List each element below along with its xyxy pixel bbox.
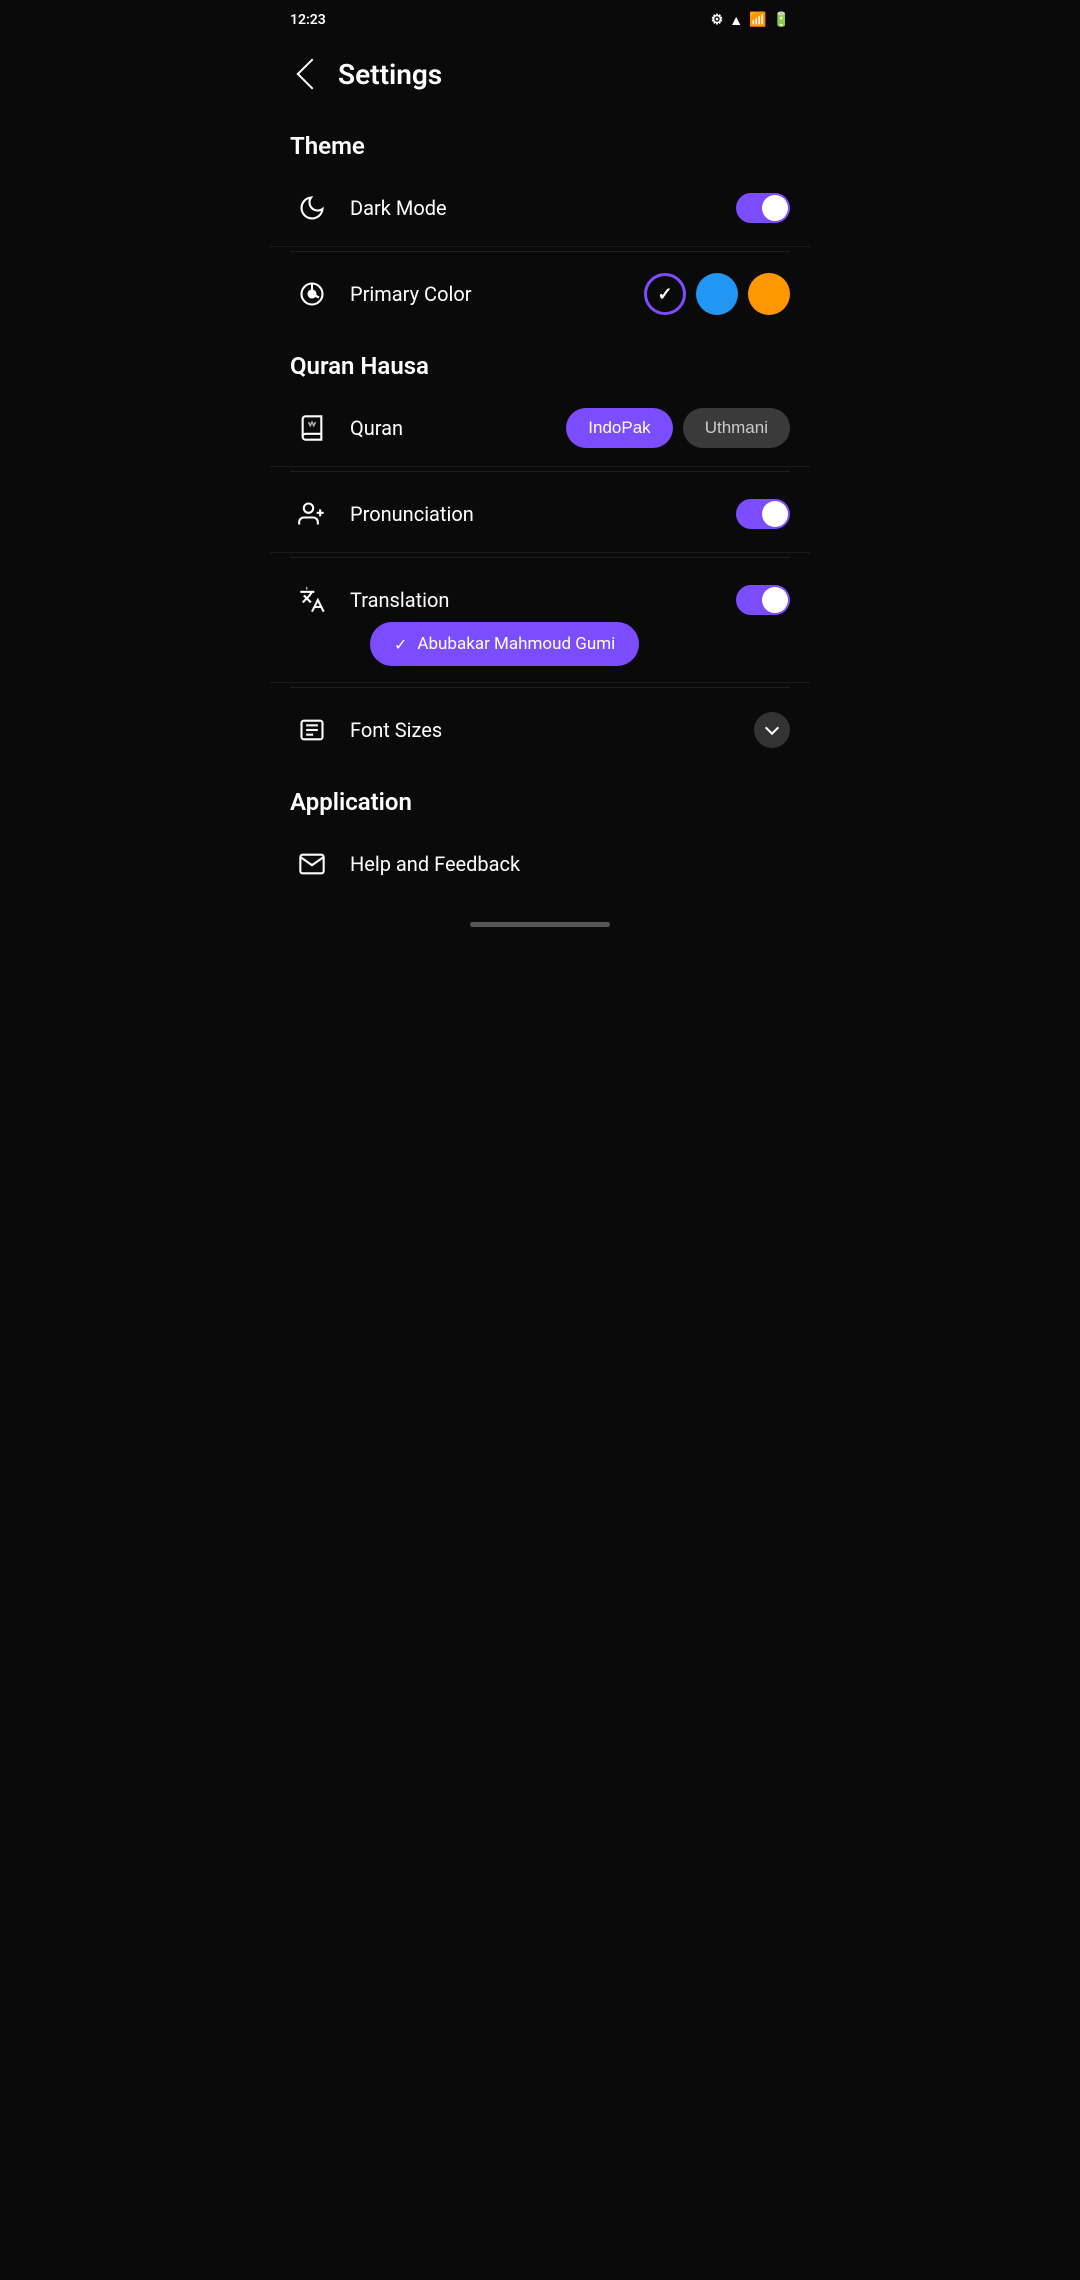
color-orange[interactable]: [748, 273, 790, 315]
quran-options: IndoPak Uthmani: [566, 408, 790, 448]
status-bar: 12:23 ⚙ ▲ 📶 🔋: [270, 0, 810, 40]
primary-color-icon: [290, 272, 334, 316]
font-sizes-icon: [290, 708, 334, 752]
translation-top-row: Translation: [290, 578, 790, 622]
quran-icon: [290, 406, 334, 450]
translation-item[interactable]: Translation ✓ Abubakar Mahmoud Gumi: [270, 562, 810, 683]
quran-label: Quran: [350, 416, 566, 440]
application-settings-list: Help and Feedback: [270, 826, 810, 902]
color-selected-purple[interactable]: ✓: [644, 273, 686, 315]
signal-icon: ▲: [729, 12, 743, 29]
dark-mode-toggle[interactable]: [736, 193, 790, 223]
quran-hausa-settings-list: Quran IndoPak Uthmani Pronunciation: [270, 390, 810, 768]
theme-settings-list: Dark Mode Primary Color ✓: [270, 170, 810, 332]
quran-btn-indopak[interactable]: IndoPak: [566, 408, 672, 448]
quran-item[interactable]: Quran IndoPak Uthmani: [270, 390, 810, 467]
back-arrow-icon: [296, 58, 327, 89]
dark-mode-item[interactable]: Dark Mode: [270, 170, 810, 247]
pronunciation-icon: [290, 492, 334, 536]
battery-icon: 🔋: [773, 12, 790, 28]
pronunciation-label: Pronunciation: [350, 502, 736, 526]
translation-label: Translation: [350, 588, 736, 612]
status-icons: ⚙ ▲ 📶 🔋: [711, 12, 790, 29]
pronunciation-toggle-knob: [762, 501, 788, 527]
page-title: Settings: [338, 58, 442, 91]
translation-icon: [290, 578, 334, 622]
translation-chip[interactable]: ✓ Abubakar Mahmoud Gumi: [370, 622, 639, 666]
back-button[interactable]: [286, 52, 330, 96]
dark-mode-label: Dark Mode: [350, 196, 736, 220]
divider-2: [290, 471, 790, 472]
pronunciation-toggle[interactable]: [736, 499, 790, 529]
translation-chip-check-icon: ✓: [394, 635, 407, 654]
primary-color-item[interactable]: Primary Color ✓: [270, 256, 810, 332]
status-time: 12:23: [290, 12, 326, 28]
settings-status-icon: ⚙: [711, 12, 724, 28]
help-feedback-icon: [290, 842, 334, 886]
home-indicator: [470, 922, 610, 927]
help-feedback-label: Help and Feedback: [350, 852, 790, 876]
dark-mode-toggle-knob: [762, 195, 788, 221]
chevron-down-icon: [765, 721, 779, 735]
selected-check-icon: ✓: [657, 284, 672, 305]
help-feedback-item[interactable]: Help and Feedback: [270, 826, 810, 902]
quran-hausa-section-label: Quran Hausa: [270, 332, 810, 390]
dark-mode-icon: [290, 186, 334, 230]
color-options: ✓: [644, 273, 790, 315]
translation-chip-label: Abubakar Mahmoud Gumi: [417, 634, 615, 654]
font-sizes-item[interactable]: Font Sizes: [270, 692, 810, 768]
application-section-label: Application: [270, 768, 810, 826]
divider-3: [290, 557, 790, 558]
color-blue[interactable]: [696, 273, 738, 315]
header: Settings: [270, 40, 810, 112]
translation-toggle[interactable]: [736, 585, 790, 615]
quran-btn-uthmani[interactable]: Uthmani: [683, 408, 790, 448]
primary-color-label: Primary Color: [350, 282, 644, 306]
theme-section-label: Theme: [270, 112, 810, 170]
divider-4: [290, 687, 790, 688]
font-sizes-label: Font Sizes: [350, 718, 754, 742]
font-sizes-chevron-icon[interactable]: [754, 712, 790, 748]
divider-1: [290, 251, 790, 252]
translation-toggle-knob: [762, 587, 788, 613]
wifi-icon: 📶: [749, 12, 766, 28]
pronunciation-item[interactable]: Pronunciation: [270, 476, 810, 553]
